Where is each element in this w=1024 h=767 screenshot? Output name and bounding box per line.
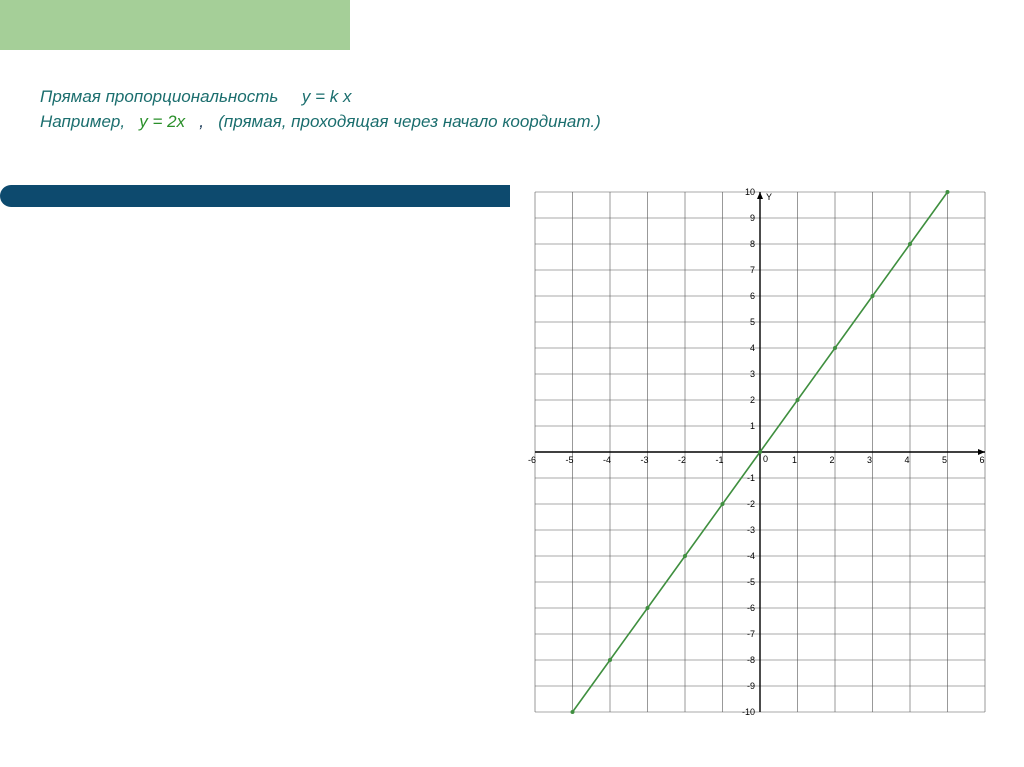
svg-text:-3: -3: [640, 455, 648, 465]
svg-text:-5: -5: [565, 455, 573, 465]
svg-text:-1: -1: [715, 455, 723, 465]
svg-text:1: 1: [750, 421, 755, 431]
svg-text:-4: -4: [603, 455, 611, 465]
svg-text:2: 2: [829, 455, 834, 465]
title-desc: (прямая, проходящая через начало координ…: [218, 112, 601, 131]
svg-text:-9: -9: [747, 681, 755, 691]
svg-text:2: 2: [750, 395, 755, 405]
svg-text:4: 4: [904, 455, 909, 465]
svg-text:5: 5: [942, 455, 947, 465]
svg-text:3: 3: [750, 369, 755, 379]
chart-svg: -6-5-4-3-2-10123456-10-9-8-7-6-5-4-3-2-1…: [525, 182, 995, 722]
svg-text:-2: -2: [678, 455, 686, 465]
title-formula-general: у = k х: [302, 87, 352, 106]
svg-text:-4: -4: [747, 551, 755, 561]
svg-text:-7: -7: [747, 629, 755, 639]
svg-text:-10: -10: [742, 707, 755, 717]
svg-text:5: 5: [750, 317, 755, 327]
svg-text:-6: -6: [747, 603, 755, 613]
svg-text:6: 6: [750, 291, 755, 301]
svg-text:-6: -6: [528, 455, 536, 465]
svg-text:-8: -8: [747, 655, 755, 665]
svg-text:-5: -5: [747, 577, 755, 587]
chart-container: -6-5-4-3-2-10123456-10-9-8-7-6-5-4-3-2-1…: [525, 182, 995, 722]
svg-text:0: 0: [763, 454, 768, 464]
svg-text:10: 10: [745, 187, 755, 197]
title-part-1: Прямая пропорциональность: [40, 87, 278, 106]
svg-text:-1: -1: [747, 473, 755, 483]
svg-text:Y: Y: [766, 192, 772, 202]
svg-text:1: 1: [792, 455, 797, 465]
svg-text:8: 8: [750, 239, 755, 249]
slide-accent: [0, 0, 350, 50]
svg-text:9: 9: [750, 213, 755, 223]
svg-text:-2: -2: [747, 499, 755, 509]
bullet-bar: [0, 185, 510, 207]
svg-text:3: 3: [867, 455, 872, 465]
svg-text:4: 4: [750, 343, 755, 353]
slide-title: Прямая пропорциональность у = k х Наприм…: [40, 85, 601, 134]
title-example-label: Например,: [40, 112, 125, 131]
svg-text:6: 6: [979, 455, 984, 465]
svg-text:7: 7: [750, 265, 755, 275]
title-comma: ,: [199, 112, 204, 131]
title-example-formula: у = 2х: [139, 112, 185, 131]
svg-text:-3: -3: [747, 525, 755, 535]
